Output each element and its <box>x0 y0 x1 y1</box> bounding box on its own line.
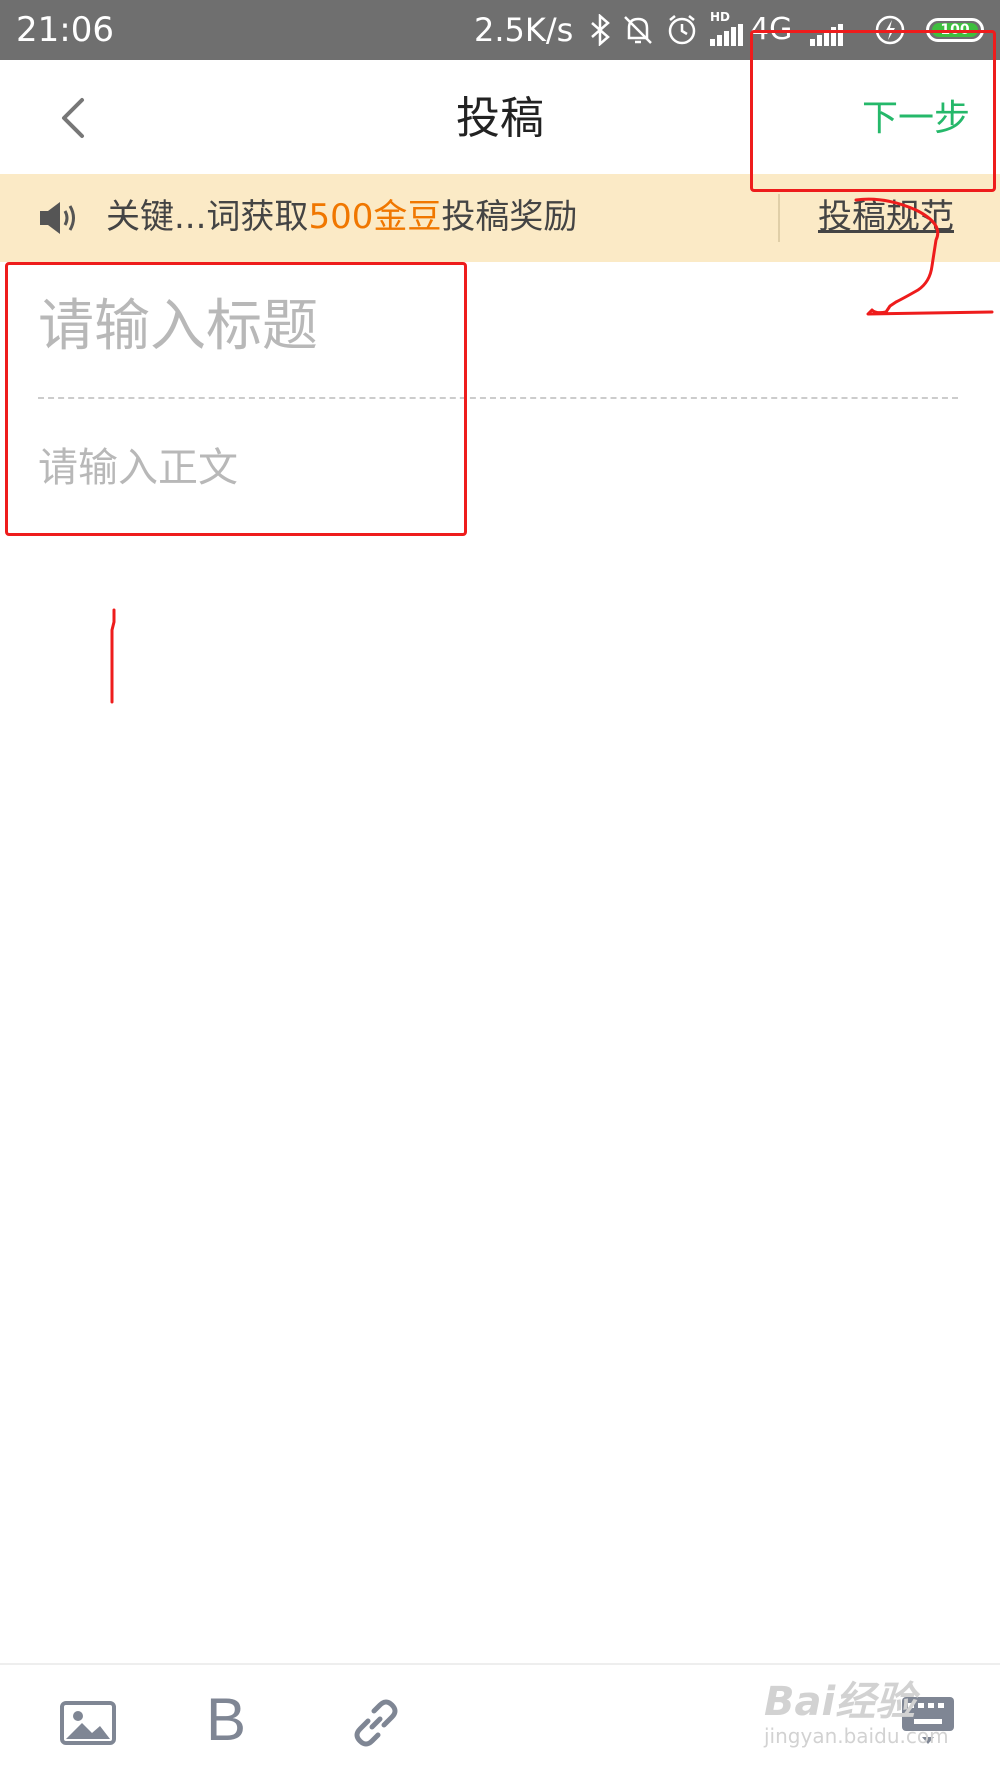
next-step-button[interactable]: 下一步 <box>862 96 970 142</box>
network-type: 4G <box>750 12 793 47</box>
status-time: 21:06 <box>16 10 114 50</box>
notice-text: 关键...词获取500金豆投稿奖励 <box>106 194 577 240</box>
notice-highlight: 500金豆 <box>308 197 442 237</box>
mute-bell-icon <box>624 16 652 44</box>
title-divider <box>38 397 958 399</box>
hd-label: HD <box>710 10 731 24</box>
title-input[interactable] <box>38 286 958 366</box>
notice-bar: 关键...词获取500金豆投稿奖励 投稿规范 <box>0 174 1000 262</box>
speaker-icon <box>40 202 75 234</box>
keyboard-hide-button[interactable] <box>900 1695 956 1747</box>
page-title: 投稿 <box>456 93 544 144</box>
battery-icon: 100 <box>926 18 984 42</box>
submission-rules-link[interactable]: 投稿规范 <box>818 194 954 240</box>
insert-image-button[interactable] <box>58 1693 118 1753</box>
signal-icon <box>710 24 743 46</box>
link-icon <box>354 1699 398 1747</box>
keyboard-hide-icon <box>902 1697 954 1744</box>
alarm-icon <box>668 15 696 45</box>
notice-divider <box>778 194 780 242</box>
bold-button[interactable]: B <box>206 1687 246 1753</box>
image-icon <box>60 1701 116 1745</box>
notice-text-after: 投稿奖励 <box>441 197 578 237</box>
nav-bar: 投稿 下一步 <box>0 60 1000 174</box>
net-speed: 2.5K/s <box>474 11 574 49</box>
notice-text-before: 关键...词获取 <box>106 197 309 237</box>
editor-toolbar: B <box>0 1663 1000 1780</box>
insert-link-button[interactable] <box>346 1693 406 1753</box>
battery-level: 100 <box>932 23 978 37</box>
status-icons: 2.5K/s HD 4G 100 <box>460 0 1000 60</box>
status-bar: 21:06 2.5K/s HD 4G 100 <box>0 0 1000 60</box>
bluetooth-icon <box>591 14 610 46</box>
charging-icon <box>875 15 905 45</box>
body-input[interactable] <box>38 440 958 1640</box>
signal-icon <box>810 24 843 46</box>
